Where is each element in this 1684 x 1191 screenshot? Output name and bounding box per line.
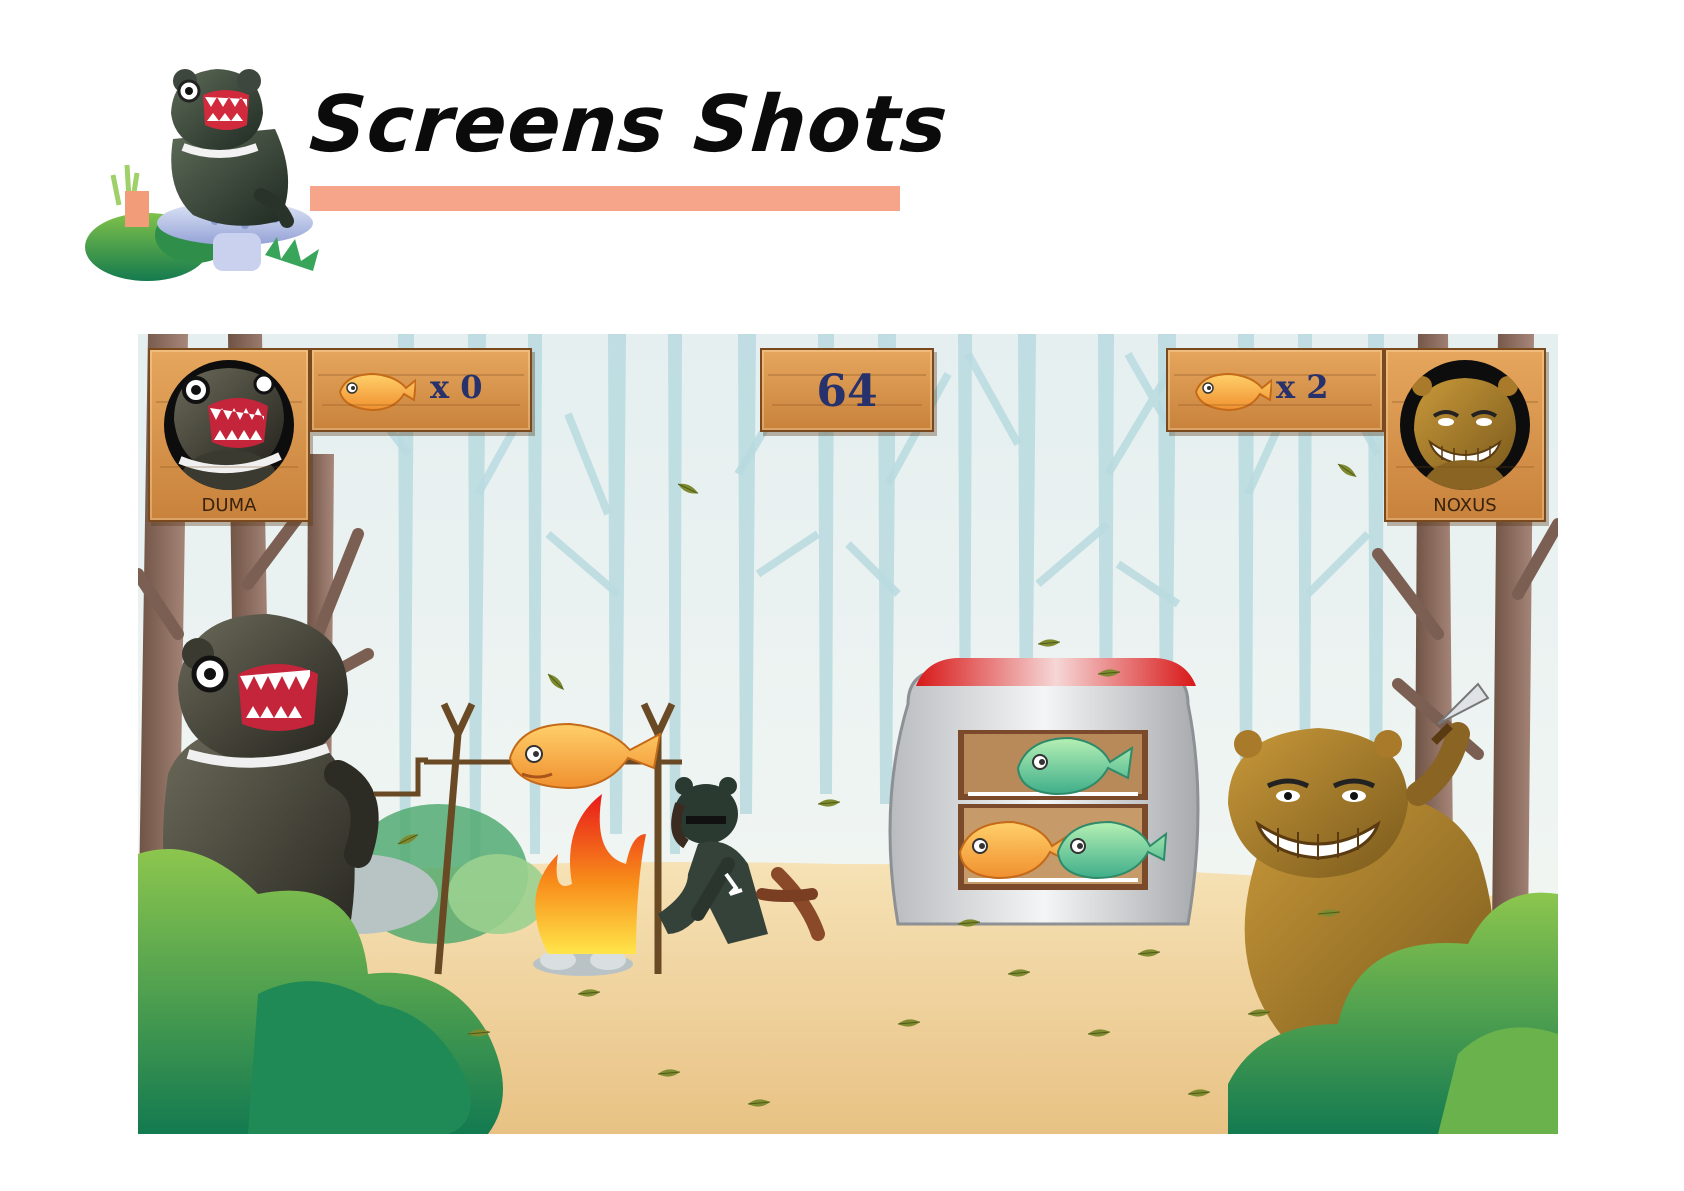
- page-title: Screens Shots: [306, 80, 951, 170]
- player-name-left: DUMA: [201, 495, 257, 516]
- noxus-portrait: [1400, 360, 1530, 490]
- timer-value: 64: [816, 366, 878, 417]
- fish-count-right: x 2: [1276, 368, 1329, 406]
- timer-board: 64: [760, 348, 934, 432]
- duma-portrait: [164, 360, 294, 490]
- fish-count-left: x 0: [430, 368, 483, 406]
- title-underline: [310, 186, 900, 211]
- black-bear-icon: [174, 368, 284, 490]
- player-name-right: NOXUS: [1433, 495, 1497, 516]
- fish-icon: [338, 372, 416, 412]
- noxus-portrait-board: NOXUS: [1384, 348, 1546, 522]
- forest-scene: [138, 334, 1558, 1134]
- duma-fish-counter: x 0: [310, 348, 532, 432]
- noxus-fish-counter: x 2: [1166, 348, 1384, 432]
- fish-oven: [888, 658, 1200, 926]
- brown-bear-icon: [1412, 376, 1518, 490]
- game-screenshot: DUMA x 0 64 x 2 NOXUS: [138, 334, 1558, 1134]
- fish-icon: [1194, 372, 1272, 412]
- duma-portrait-board: DUMA: [148, 348, 310, 522]
